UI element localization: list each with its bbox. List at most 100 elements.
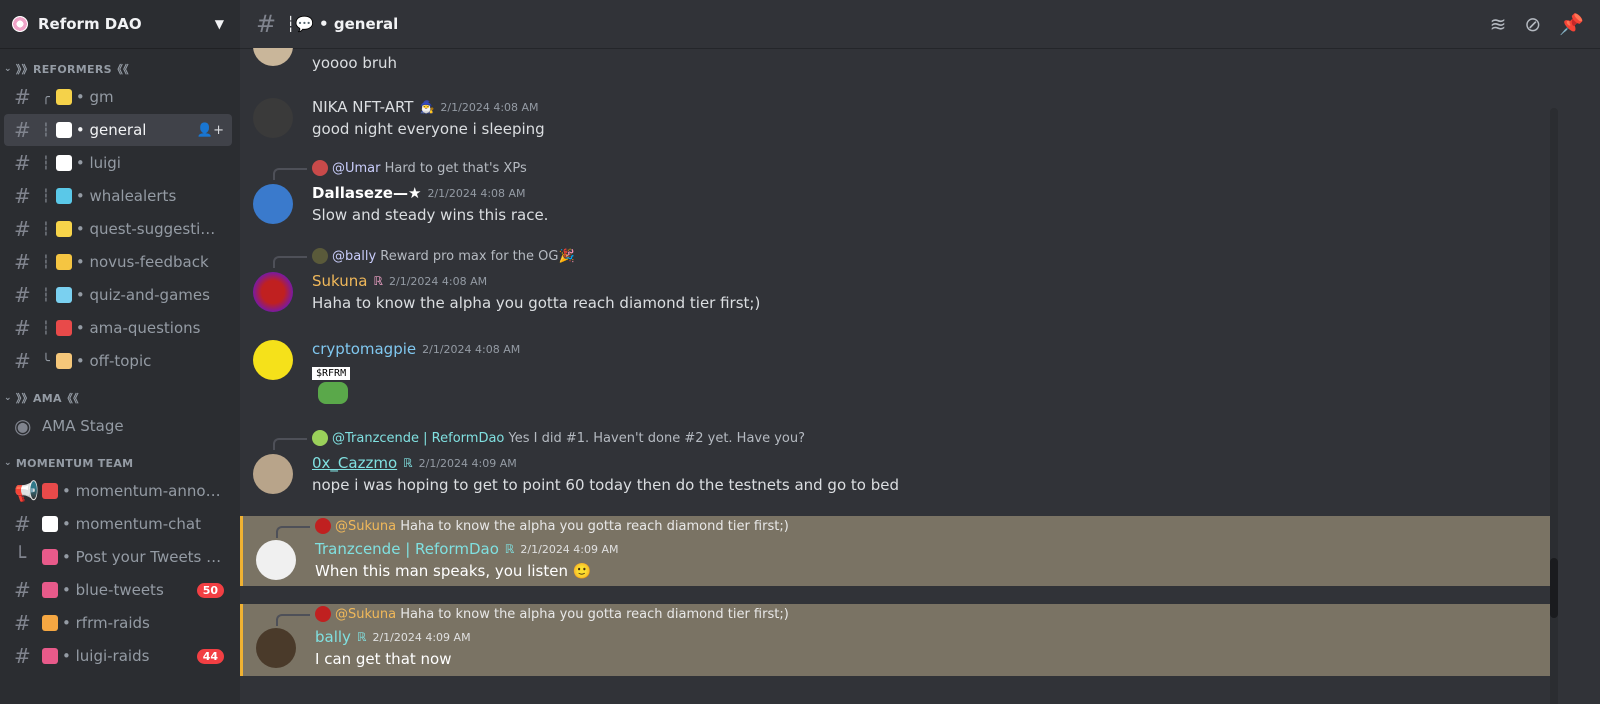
- channel-emoji-icon: [55, 155, 72, 171]
- avatar[interactable]: [256, 628, 296, 668]
- channel-header: # ┆💬 • general ≋ ⊘ 📌: [240, 0, 1600, 48]
- username[interactable]: Dallaseze—★: [312, 184, 421, 202]
- hash-icon: #: [14, 512, 31, 536]
- channel-item[interactable]: # ┆ • ama-questions: [4, 312, 232, 344]
- hash-icon: #: [14, 611, 31, 635]
- category-reformers[interactable]: ⌄ 》》REFORMERS《《: [0, 58, 240, 80]
- channel-item[interactable]: # • momentum-chat: [4, 508, 232, 540]
- avatar[interactable]: [253, 340, 293, 380]
- pin-icon[interactable]: 📌: [1559, 12, 1584, 36]
- channel-emoji-icon: [42, 549, 58, 565]
- sticker[interactable]: $RFRM: [312, 362, 351, 404]
- scrollbar-thumb[interactable]: [1550, 558, 1558, 618]
- channel-label: • luigi-raids: [62, 647, 150, 665]
- avatar[interactable]: [253, 272, 293, 312]
- reply-preview[interactable]: @bally Reward pro max for the OG🎉: [312, 248, 575, 264]
- category-ama[interactable]: ⌄ 》》AMA《《: [0, 387, 240, 409]
- channel-emoji-icon: [55, 221, 72, 237]
- unread-badge: 50: [196, 582, 224, 598]
- message[interactable]: @Umar Hard to get that's XPs Dallaseze—★…: [240, 160, 1556, 232]
- channel-label: • off-topic: [75, 352, 152, 370]
- invite-icon[interactable]: 👤+: [197, 123, 224, 138]
- avatar[interactable]: [253, 48, 293, 66]
- channel-item[interactable]: # ┆ • general 👤+: [4, 114, 232, 146]
- channel-item[interactable]: # • blue-tweets 50: [4, 574, 232, 606]
- server-header[interactable]: Reform DAO ▼: [0, 0, 240, 48]
- timestamp: 2/1/2024 4:09 AM: [418, 456, 517, 470]
- channel-item[interactable]: └ • Post your Tweets f...: [4, 541, 232, 573]
- threads-icon[interactable]: ≋: [1490, 12, 1507, 36]
- chevron-down-icon[interactable]: ▼: [215, 17, 224, 31]
- username[interactable]: Sukuna: [312, 272, 367, 290]
- message-body: Haha to know the alpha you gotta reach d…: [312, 294, 761, 312]
- channel-label: • quiz-and-games: [75, 286, 210, 304]
- username[interactable]: cryptomagpie: [312, 340, 416, 358]
- message-list: yoooo bruh NIKA NFT-ART 🧙‍♂️ 2/1/2024 4:…: [240, 48, 1560, 704]
- channel-item[interactable]: # ┆ • luigi: [4, 147, 232, 179]
- message[interactable]: @bally Reward pro max for the OG🎉 Sukuna…: [240, 248, 1556, 320]
- username[interactable]: Tranzcende | ReformDao: [315, 540, 499, 558]
- channel-emoji-icon: [55, 254, 72, 270]
- role-badge-icon: ℝ: [373, 274, 383, 288]
- message[interactable]: @Tranzcende | ReformDao Yes I did #1. Ha…: [240, 430, 1556, 502]
- channel-item[interactable]: # ┆ • novus-feedback: [4, 246, 232, 278]
- reply-avatar: [312, 248, 328, 264]
- user-tag: 🧙‍♂️: [419, 100, 435, 114]
- reply-preview[interactable]: @Sukuna Haha to know the alpha you gotta…: [315, 518, 789, 534]
- channel-label: • whalealerts: [75, 187, 177, 205]
- channel-prefix: ╰: [42, 353, 50, 369]
- message-mention-highlight[interactable]: @Sukuna Haha to know the alpha you gotta…: [240, 604, 1556, 676]
- channel-item[interactable]: # • luigi-raids 44: [4, 640, 232, 672]
- server-icon: [12, 16, 28, 32]
- mute-bell-icon[interactable]: ⊘: [1524, 12, 1541, 36]
- role-badge-icon: ℝ: [356, 630, 367, 644]
- hash-icon: #: [256, 10, 277, 38]
- channel-item[interactable]: # ┆ • whalealerts: [4, 180, 232, 212]
- hash-icon: #: [14, 151, 31, 175]
- channel-label: • ama-questions: [75, 319, 201, 337]
- hash-icon: 📢: [14, 479, 39, 503]
- channel-label: • Post your Tweets f...: [62, 548, 224, 566]
- channel-ama-stage[interactable]: ◉ AMA Stage: [4, 410, 232, 442]
- channel-emoji-icon: [42, 582, 58, 598]
- message[interactable]: NIKA NFT-ART 🧙‍♂️ 2/1/2024 4:08 AM good …: [240, 94, 1556, 148]
- avatar[interactable]: [253, 98, 293, 138]
- hash-icon: #: [14, 118, 31, 142]
- channel-emoji-icon: [55, 320, 72, 336]
- reply-preview[interactable]: @Tranzcende | ReformDao Yes I did #1. Ha…: [312, 430, 805, 446]
- channel-item[interactable]: 📢 • momentum-annou...: [4, 475, 232, 507]
- channel-item[interactable]: # ╰ • off-topic: [4, 345, 232, 377]
- message-body: When this man speaks, you listen 🙂: [315, 562, 592, 580]
- channel-emoji-icon: [55, 188, 72, 204]
- avatar[interactable]: [256, 540, 296, 580]
- channel-item[interactable]: # ╭ • gm: [4, 81, 232, 113]
- channel-label: • blue-tweets: [62, 581, 164, 599]
- message[interactable]: cryptomagpie 2/1/2024 4:08 AM $RFRM: [240, 336, 1556, 416]
- message[interactable]: yoooo bruh: [240, 48, 1556, 82]
- reply-connector: [273, 438, 307, 450]
- avatar[interactable]: [253, 184, 293, 224]
- scrollbar[interactable]: [1550, 108, 1558, 704]
- channel-title: ┆💬 • general: [286, 15, 399, 33]
- channel-emoji-icon: [55, 122, 72, 138]
- avatar[interactable]: [253, 454, 293, 494]
- username[interactable]: 0x_Cazzmo: [312, 454, 397, 472]
- channel-item[interactable]: # ┆ • quest-suggestions: [4, 213, 232, 245]
- channel-item[interactable]: # ┆ • quiz-and-games: [4, 279, 232, 311]
- collapse-caret-icon: ⌄: [4, 64, 12, 74]
- channel-prefix: ┆: [42, 122, 50, 138]
- stage-icon: ◉: [14, 414, 32, 438]
- username[interactable]: NIKA NFT-ART: [312, 98, 413, 116]
- message-mention-highlight[interactable]: @Sukuna Haha to know the alpha you gotta…: [240, 516, 1556, 586]
- reply-connector: [276, 614, 310, 626]
- channel-item[interactable]: # • rfrm-raids: [4, 607, 232, 639]
- username[interactable]: bally: [315, 628, 351, 646]
- channel-label: • gm: [75, 88, 114, 106]
- reply-preview[interactable]: @Umar Hard to get that's XPs: [312, 160, 527, 176]
- reply-preview[interactable]: @Sukuna Haha to know the alpha you gotta…: [315, 606, 789, 622]
- reply-connector: [273, 256, 307, 268]
- category-momentum[interactable]: ⌄ MOMENTUM TEAM: [0, 452, 240, 474]
- reply-avatar: [315, 606, 331, 622]
- timestamp: 2/1/2024 4:08 AM: [388, 274, 488, 288]
- hash-icon: #: [14, 316, 31, 340]
